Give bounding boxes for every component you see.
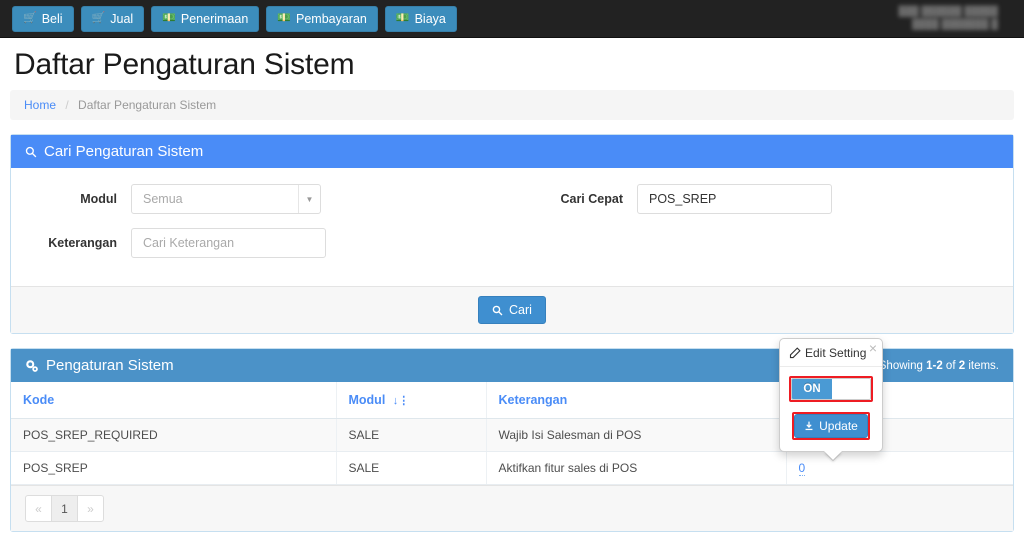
keterangan-label: Keterangan (48, 236, 117, 250)
setting-toggle-switch[interactable]: ON (791, 378, 871, 400)
popover-actions: Update (789, 412, 873, 440)
table-footer: « 1 » (11, 485, 1013, 531)
cari-button-label: Cari (509, 303, 532, 317)
popover-body: ON Update (780, 367, 882, 451)
update-button-label: Update (819, 419, 858, 433)
popover-header: Edit Setting × (780, 339, 882, 367)
popover-title: Edit Setting (805, 346, 867, 360)
popover-arrow (824, 451, 842, 460)
showing-prefix: Showing (878, 359, 923, 372)
column-header-kode[interactable]: Kode (11, 382, 337, 419)
page-title: Daftar Pengaturan Sistem (14, 48, 355, 81)
keterangan-placeholder: Cari Keterangan (143, 236, 235, 250)
nav-button-label: Jual (110, 11, 134, 26)
column-header-modul-label: Modul (348, 393, 386, 407)
breadcrumb: Home / Daftar Pengaturan Sistem (10, 90, 1014, 120)
pagination-page-1[interactable]: 1 (51, 495, 78, 522)
modul-select[interactable]: Semua ▼ (131, 184, 321, 214)
breadcrumb-link-home[interactable]: Home (24, 98, 56, 112)
sort-amount-icon: ↓⋮ (392, 395, 410, 407)
nav-button-beli[interactable]: 🛒 Beli (12, 5, 74, 32)
update-highlight: Update (792, 412, 870, 440)
nav-button-label: Biaya (414, 11, 446, 26)
money-icon: 💵 (162, 12, 176, 24)
close-icon[interactable]: × (869, 341, 877, 355)
pagination-next[interactable]: » (77, 495, 104, 522)
cari-cepat-value: POS_SREP (649, 192, 717, 206)
cell-kode: POS_SREP (11, 451, 337, 485)
nav-button-penerimaan[interactable]: 💵 Penerimaan (151, 5, 260, 32)
money-icon: 💵 (277, 12, 291, 24)
download-icon (805, 421, 813, 431)
nav-button-label: Beli (41, 11, 63, 26)
breadcrumb-current: Daftar Pengaturan Sistem (78, 98, 217, 112)
showing-total: 2 (958, 359, 966, 372)
toggle-knob[interactable] (832, 379, 870, 399)
cart-icon: 🛒 (23, 12, 37, 24)
cell-kode: POS_SREP_REQUIRED (11, 418, 337, 452)
toggle-highlight: ON (789, 376, 873, 402)
cell-modul: SALE (336, 418, 487, 452)
update-button[interactable]: Update (794, 414, 868, 438)
search-form-footer: Cari (11, 286, 1013, 333)
cell-keterangan: Wajib Isi Salesman di POS (486, 418, 787, 452)
cari-button[interactable]: Cari (478, 296, 546, 324)
chevron-down-icon: ▼ (298, 185, 320, 213)
user-account-line-1: ███ ██████ █████ (898, 6, 998, 17)
showing-range: 1-2 (926, 359, 943, 372)
nav-button-jual[interactable]: 🛒 Jual (80, 5, 145, 32)
column-header-keterangan[interactable]: Keterangan (486, 382, 787, 419)
result-panel-title: Pengaturan Sistem (46, 357, 174, 374)
user-account-info[interactable]: ███ ██████ █████ ████ ███████ █ (898, 5, 998, 31)
money-icon: 💵 (395, 12, 410, 24)
edit-icon (789, 347, 801, 359)
gears-icon (26, 359, 38, 372)
search-form: Modul Semua ▼ Cari Cepat POS_SREP Ketera… (11, 168, 1013, 286)
keterangan-input[interactable]: Cari Keterangan (131, 228, 326, 258)
toggle-on-label: ON (792, 379, 832, 399)
cart-icon: 🛒 (91, 12, 106, 24)
table-row[interactable]: POS_SREP SALE Aktifkan fitur sales di PO… (11, 451, 1013, 485)
search-panel: Cari Pengaturan Sistem Modul Semua ▼ Car… (10, 134, 1014, 334)
top-navbar: 🛒 Beli 🛒 Jual 💵 Penerimaan 💵 Pembayaran … (0, 0, 1024, 38)
search-icon (492, 305, 503, 315)
pagination-prev[interactable]: « (25, 495, 52, 522)
nav-button-label: Penerimaan (180, 11, 249, 26)
showing-of: of (945, 359, 956, 372)
cell-nilai[interactable]: 0 (786, 451, 1013, 485)
modul-select-value: Semua (143, 192, 183, 206)
user-account-line-2: ████ ███████ █ (911, 19, 998, 30)
cell-keterangan: Aktifkan fitur sales di POS (486, 451, 787, 485)
nav-button-biaya[interactable]: 💵 Biaya (384, 5, 457, 32)
cari-cepat-label: Cari Cepat (560, 192, 623, 206)
column-header-modul[interactable]: Modul ↓⋮ (336, 382, 487, 419)
setting-value-link[interactable]: 0 (798, 461, 806, 476)
nav-button-pembayaran[interactable]: 💵 Pembayaran (266, 5, 378, 32)
cari-cepat-input[interactable]: POS_SREP (637, 184, 832, 214)
search-panel-title: Cari Pengaturan Sistem (44, 143, 204, 160)
showing-summary: Showing 1-2 of 2 items. (879, 360, 999, 372)
pagination: « 1 » (25, 495, 104, 522)
edit-setting-popover: Edit Setting × ON Update (779, 338, 883, 461)
cell-modul: SALE (336, 451, 487, 485)
search-icon (25, 146, 37, 157)
search-panel-header: Cari Pengaturan Sistem (11, 135, 1013, 168)
showing-suffix: items. (968, 359, 999, 372)
modul-label: Modul (80, 192, 117, 206)
breadcrumb-separator: / (65, 98, 69, 112)
nav-button-label: Pembayaran (296, 11, 367, 26)
